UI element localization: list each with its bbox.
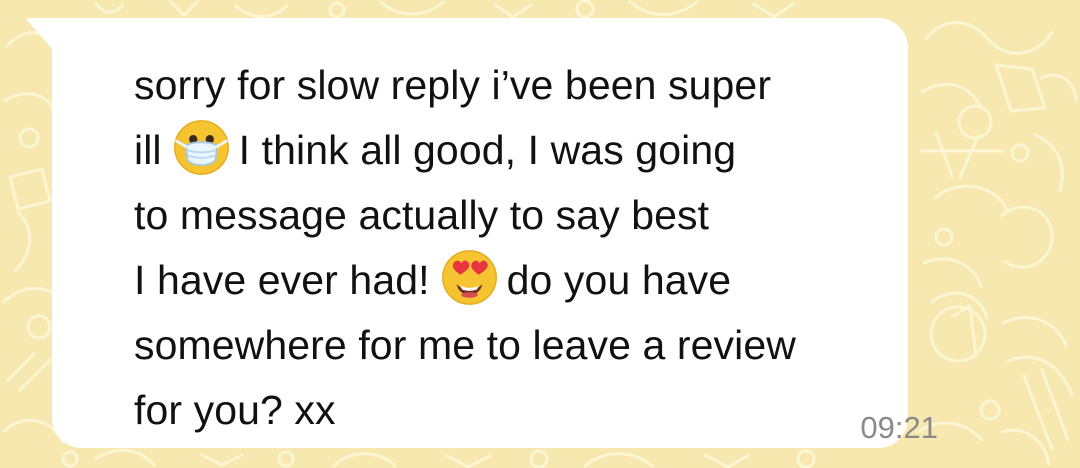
message-text-segment: ill (134, 127, 162, 173)
message-text-segment: do you have (506, 257, 732, 303)
message-text-segment: to message actually to say best (134, 192, 710, 238)
medical-mask-emoji-icon (173, 120, 229, 175)
message-line: ill I think all good, I was going (134, 118, 934, 183)
message-text-segment: I think all good, I was going (238, 127, 737, 173)
message-text-segment: for you? xx (134, 387, 336, 433)
message-text-segment: I have ever had! (134, 257, 430, 303)
message-line: somewhere for me to leave a review (134, 313, 934, 378)
incoming-message-bubble[interactable]: sorry for slow reply i’ve been super ill… (52, 18, 938, 448)
heart-eyes-emoji-icon (441, 250, 497, 305)
message-text: sorry for slow reply i’ve been super ill… (134, 53, 934, 443)
message-text-segment: somewhere for me to leave a review (134, 322, 796, 368)
message-line: to message actually to say best (134, 183, 934, 248)
message-line: for you? xx (134, 378, 934, 443)
message-text-segment: sorry for slow reply i’ve been super (134, 62, 772, 108)
message-timestamp: 09:21 (860, 410, 938, 445)
message-line: I have ever had! do you have (134, 248, 934, 313)
message-line: sorry for slow reply i’ve been super (134, 53, 934, 118)
